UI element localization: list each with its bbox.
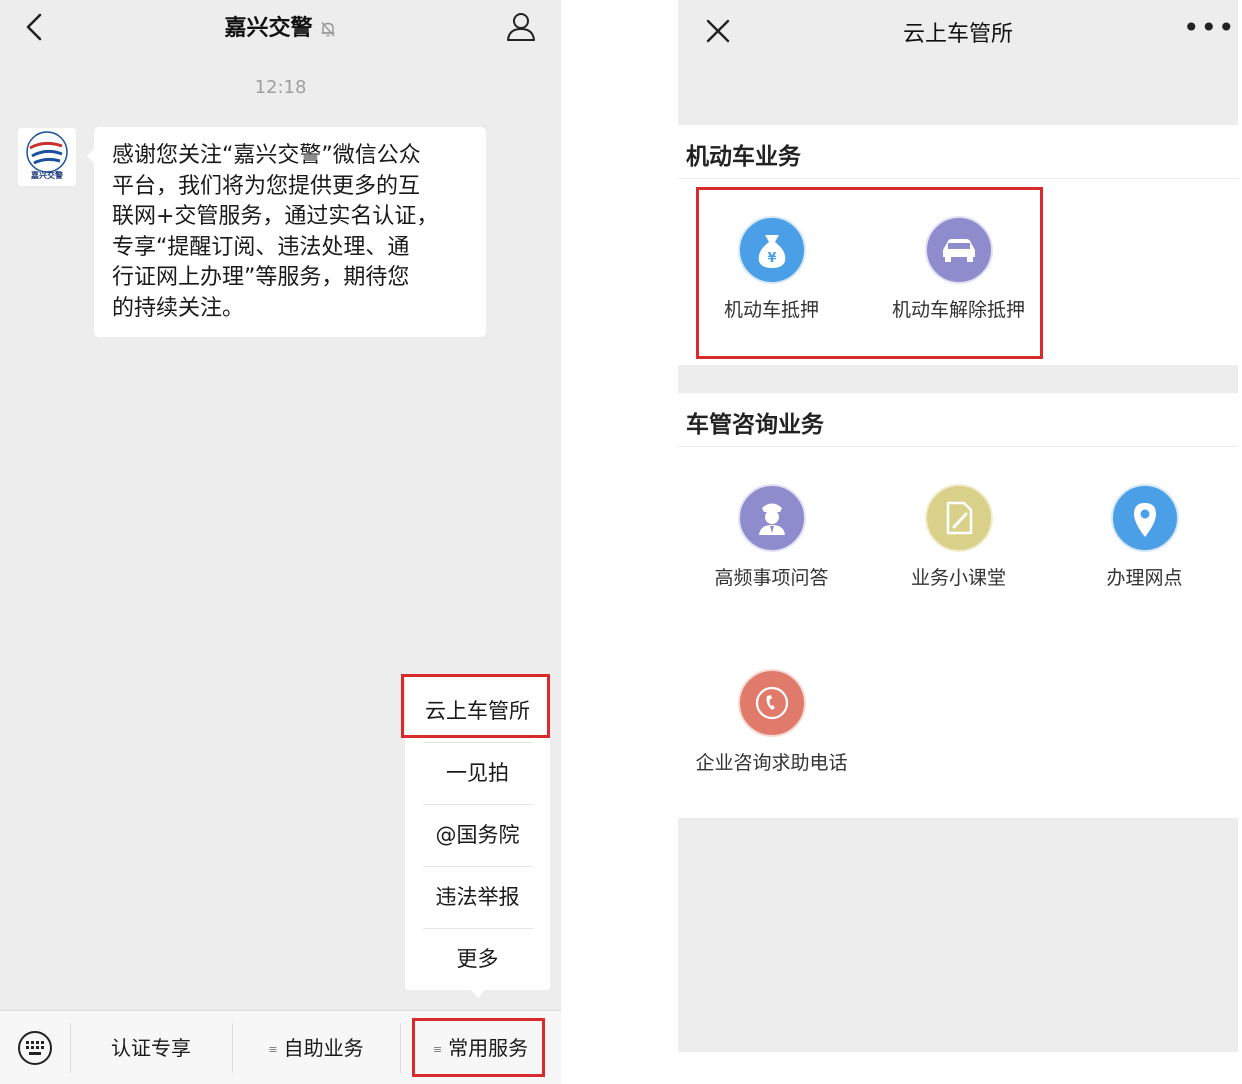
more-options-icon[interactable]: ••• (1183, 14, 1235, 44)
section-divider (678, 446, 1238, 447)
section-title: 车管咨询业务 (686, 412, 824, 438)
popup-item-state-council[interactable]: @国务院 (405, 804, 550, 866)
section-divider (678, 178, 1238, 179)
menu-tab-certified[interactable]: 认证专享 (70, 1011, 232, 1084)
account-avatar[interactable]: 嘉兴交警 (18, 128, 76, 186)
service-label: 办理网点 (1106, 567, 1183, 589)
menu-tab-self-service[interactable]: ≡ 自助业务 (232, 1011, 400, 1084)
message-timestamp: 12:18 (254, 77, 307, 98)
service-label: 企业咨询求助电话 (695, 752, 848, 774)
service-label: 机动车抵押 (723, 299, 819, 321)
popup-item-violation-report[interactable]: 违法举报 (405, 866, 550, 928)
submenu-lines-icon: ≡ (268, 1042, 278, 1056)
section-motor-vehicle: 机动车业务 ¥ 机动车抵押 机动车解除抵押 (678, 125, 1238, 365)
section-consultation: 车管咨询业务 高频事项问答 业务小课堂 办理网点 企业咨询求助电话 (678, 393, 1238, 818)
document-edit-icon (924, 484, 993, 552)
service-label: 高频事项问答 (714, 567, 829, 589)
service-popup-menu: 云上车管所 一见拍 @国务院 违法举报 更多 (405, 676, 550, 998)
svg-text:¥: ¥ (767, 251, 776, 266)
service-service-outlets[interactable]: 办理网点 (1051, 483, 1238, 590)
menu-tab-label: 自助业务 (283, 1036, 364, 1060)
message-line: 的持续关注。 (112, 295, 245, 321)
page-title: 云上车管所 (902, 22, 1013, 47)
chat-bottom-menu: 认证专享 ≡ 自助业务 ≡ 常用服务 (0, 1010, 561, 1084)
officer-icon (737, 484, 806, 552)
keyboard-icon[interactable] (17, 1030, 53, 1066)
popup-item-snapshot[interactable]: 一见拍 (405, 742, 550, 804)
location-pin-icon (1110, 484, 1179, 552)
chat-title-text: 嘉兴交警 (224, 16, 313, 41)
popup-item-cloud-vehicle-office[interactable]: 云上车管所 (405, 680, 550, 742)
menu-tab-label: 认证专享 (111, 1036, 191, 1060)
menu-tab-label: 常用服务 (448, 1036, 529, 1060)
menu-tab-common-services[interactable]: ≡ 常用服务 (400, 1011, 561, 1084)
chat-header: 嘉兴交警 (0, 0, 561, 56)
message-bubble: 感谢您关注“嘉兴交警”微信公众 平台，我们将为您提供更多的互 联网+交管服务，通… (87, 127, 486, 337)
section-title: 机动车业务 (686, 144, 801, 170)
service-business-class[interactable]: 业务小课堂 (865, 483, 1052, 590)
message-line: 行证网上办理”等服务，期待您 (112, 265, 410, 290)
service-enterprise-hotline[interactable]: 企业咨询求助电话 (678, 668, 865, 775)
avatar-caption: 嘉兴交警 (31, 171, 63, 180)
wechat-chat-screen: 嘉兴交警 12:18 嘉兴交警 感谢您关注“嘉兴交警”微信公众 平台，我们将为您… (0, 0, 561, 1084)
submenu-lines-icon: ≡ (432, 1042, 443, 1056)
message-line: 联网+交管服务，通过实名认证， (112, 204, 439, 229)
popup-item-more[interactable]: 更多 (405, 928, 550, 990)
cloud-vehicle-office-page: 云上车管所 ••• 机动车业务 ¥ 机动车抵押 机动车解除抵押 车管咨询业务 高… (678, 0, 1238, 1052)
service-vehicle-mortgage[interactable]: ¥ 机动车抵押 (678, 215, 865, 322)
service-label: 业务小课堂 (910, 567, 1006, 589)
chat-title: 嘉兴交警 (0, 10, 561, 42)
page-nav-bar: 云上车管所 ••• (678, 0, 1238, 62)
car-icon (924, 216, 993, 284)
message-line: 平台，我们将为您提供更多的互 (112, 173, 421, 199)
mute-bell-icon (320, 22, 335, 37)
message-line: 感谢您关注“嘉兴交警”微信公众 (112, 143, 421, 168)
phone-icon (737, 669, 806, 737)
service-label: 机动车解除抵押 (891, 299, 1025, 321)
service-vehicle-mortgage-release[interactable]: 机动车解除抵押 (865, 215, 1052, 322)
profile-icon[interactable] (505, 10, 537, 42)
message-line: 专享“提醒订阅、违法处理、通 (112, 234, 410, 260)
money-bag-icon: ¥ (737, 216, 806, 284)
service-faq[interactable]: 高频事项问答 (678, 483, 865, 590)
